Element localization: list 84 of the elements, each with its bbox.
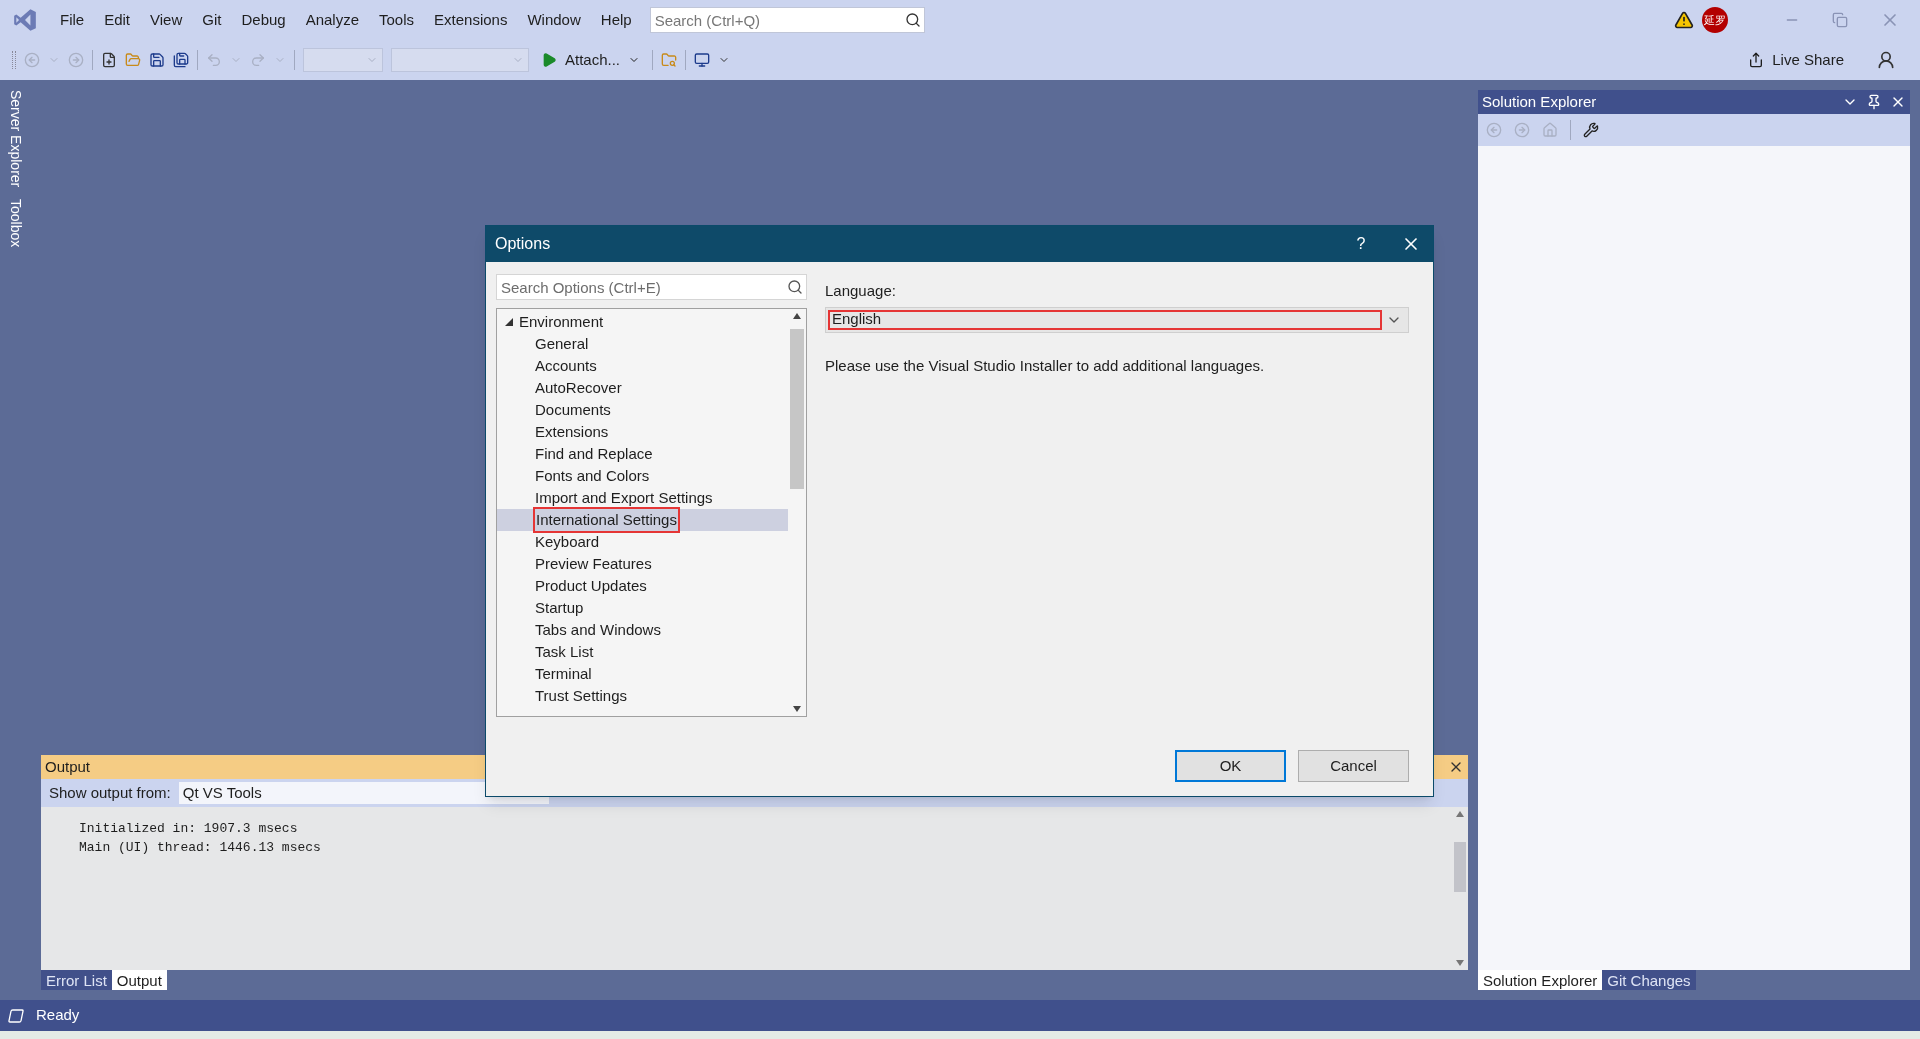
logo-icon [12,7,38,33]
menu-item[interactable]: Debug [231,8,296,32]
output-line: Main (UI) thread: 1446.13 msecs [79,839,321,857]
scroll-thumb[interactable] [790,329,804,489]
panel-tab[interactable]: Error List [41,970,112,990]
menu-item[interactable]: Edit [94,8,141,32]
warning-icon[interactable] [1674,10,1694,30]
field-label: Language: [825,281,897,301]
scroll-down-icon[interactable] [793,706,801,712]
scroll-up-icon[interactable] [793,313,801,319]
tree-item[interactable]: Find and Replace [497,443,788,465]
wrench-icon[interactable] [1583,122,1599,138]
side-tab[interactable]: Toolbox [4,199,26,248]
side-tab[interactable]: Server Explorer [4,90,26,188]
status-icon [6,1007,26,1024]
menu-item[interactable]: View [140,8,193,32]
back-icon[interactable] [1486,122,1502,138]
tree-item[interactable]: General [497,333,788,355]
configuration-dropdown[interactable] [303,48,383,72]
tree-item[interactable]: Startup [497,597,788,619]
help-button[interactable]: ? [1333,232,1389,256]
expander-icon[interactable] [505,318,513,326]
info-text: Please use the Visual Studio Installer to add additional languages. [825,355,1266,376]
panel-tab[interactable]: Git Changes [1602,970,1696,990]
feedback-icon[interactable] [1876,50,1896,70]
scroll-thumb[interactable] [1454,842,1466,892]
forward-icon[interactable] [1514,122,1530,138]
home-icon[interactable] [1542,122,1558,138]
language-dropdown[interactable]: English [825,306,1409,333]
pin-icon[interactable] [1866,94,1882,110]
tree-item[interactable]: Documents [497,399,788,421]
tree-item[interactable]: Trust Settings [497,685,788,707]
tree-item[interactable]: Task List [497,641,788,663]
tree-item[interactable]: Terminal [497,663,788,685]
output-line: Initialized in: 1907.3 msecs [79,820,298,838]
menu-item[interactable]: Help [590,8,642,32]
redo-icon[interactable] [250,52,266,68]
restore-icon[interactable] [1832,12,1848,28]
live-share-button[interactable]: Live Share [1748,48,1844,72]
search-field[interactable]: Search (Ctrl+Q) [649,7,925,33]
screen-icon[interactable] [694,52,711,68]
back-icon[interactable] [24,52,40,68]
search-field[interactable]: Search Options (Ctrl+E) [496,274,807,300]
menu-item[interactable]: Tools [369,8,425,32]
save-icon[interactable] [149,52,165,68]
save-all-icon[interactable] [173,52,189,68]
status-text: Ready [36,1005,80,1026]
tree-item[interactable]: AutoRecover [497,377,788,399]
folder-search-icon[interactable] [661,52,678,68]
search-icon [904,12,921,28]
undo-icon[interactable] [206,52,222,68]
tree-item[interactable]: Environment [497,311,788,333]
tree-item[interactable]: Import and Export Settings [497,487,788,509]
user-avatar[interactable]: 延罗 [1702,7,1728,33]
tree-item[interactable]: Product Updates [497,575,788,597]
panel-title: Output [45,756,91,777]
menu-item[interactable]: File [50,8,95,32]
share-icon [1748,52,1765,68]
dialog-title: Options [495,234,552,254]
panel-tab[interactable]: Solution Explorer [1478,970,1603,990]
new-file-icon[interactable] [101,52,117,68]
tree-item[interactable]: Fonts and Colors [497,465,788,487]
tree-item[interactable]: Accounts [497,355,788,377]
menu-item[interactable]: Extensions [424,8,518,32]
panel-title: Solution Explorer [1482,91,1597,112]
toolbar-grip-icon [12,51,16,69]
menu-item[interactable]: Git [192,8,232,32]
tree-item[interactable]: Extensions [497,421,788,443]
search-icon [787,279,803,295]
panel-tab[interactable]: Output [111,970,167,990]
open-folder-icon[interactable] [125,52,141,68]
tree-item[interactable]: Preview Features [497,553,788,575]
tree-item[interactable]: Tabs and Windows [497,619,788,641]
attach-button[interactable]: Attach... [537,48,645,72]
play-icon [541,52,557,68]
platform-dropdown[interactable] [391,48,529,72]
dialog-button[interactable]: Cancel [1298,750,1409,782]
field-label: Show output from: [49,782,171,803]
tree-item[interactable]: Keyboard [497,531,788,553]
menu-item[interactable]: Window [517,8,591,32]
dialog-button[interactable]: OK [1175,750,1286,782]
tree-item[interactable]: International Settings [497,509,788,531]
menu-item[interactable]: Analyze [295,8,370,32]
forward-icon[interactable] [68,52,84,68]
